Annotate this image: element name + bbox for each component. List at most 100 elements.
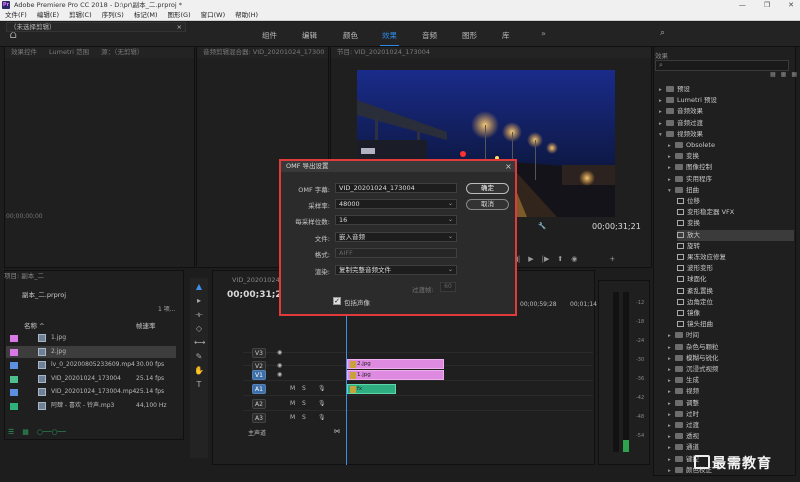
workspace-tab-color[interactable]: 颜色: [343, 30, 358, 41]
effects-tree-item[interactable]: 果冻效应修复: [677, 252, 794, 263]
tab-program[interactable]: 节目: VID_20201024_173004: [337, 47, 430, 58]
ripple-edit-tool-icon[interactable]: ⟛: [194, 310, 204, 320]
dialog-select[interactable]: 16 ⌄: [335, 215, 457, 225]
eye-icon[interactable]: ◉: [277, 371, 282, 378]
effects-tree-item[interactable]: 镜头扭曲: [677, 319, 794, 330]
effects-tab[interactable]: 效果: [655, 50, 668, 60]
menu-sequence[interactable]: 序列(S): [102, 10, 124, 20]
effects-tree-item[interactable]: ▸ 预设: [659, 84, 794, 95]
menu-marker[interactable]: 标记(M): [134, 10, 158, 20]
type-tool-icon[interactable]: T: [194, 380, 204, 390]
add-button-icon[interactable]: +: [609, 255, 615, 263]
track-a3-label[interactable]: A3: [252, 413, 266, 423]
label-color-swatch[interactable]: [10, 335, 18, 342]
label-color-swatch[interactable]: [10, 362, 18, 369]
effects-tree-item[interactable]: 球面化: [677, 274, 794, 285]
dialog-select[interactable]: 嵌入音频 ⌄: [335, 232, 457, 242]
track-v1-label[interactable]: V1: [252, 370, 266, 380]
playhead[interactable]: [346, 305, 347, 465]
maximize-button[interactable]: ❐: [764, 0, 770, 10]
selection-tool-icon[interactable]: ▲: [194, 282, 204, 292]
camera-icon[interactable]: ◉: [571, 255, 577, 263]
mute-icon[interactable]: M: [290, 414, 295, 421]
close-button[interactable]: ✕: [788, 0, 794, 10]
track-a1-label[interactable]: A1: [252, 384, 266, 394]
project-item-row[interactable]: 1.jpg: [6, 332, 176, 344]
effects-tree-item[interactable]: 波形变形: [677, 263, 794, 274]
dialog-input[interactable]: VID_20201024_173004: [335, 183, 457, 193]
microphone-icon[interactable]: 🎙: [318, 385, 326, 392]
effects-tree-item[interactable]: ▸ 通道: [668, 442, 794, 453]
label-color-swatch[interactable]: [10, 389, 18, 396]
effects-tree-item[interactable]: ▸ 沉浸式视频: [668, 364, 794, 375]
workspace-tab-assembly[interactable]: 组件: [262, 30, 277, 41]
tab-audio-clip-mixer[interactable]: 音频剪辑混合器: VID_20201024_17300: [203, 47, 324, 58]
workspace-more-button[interactable]: »: [541, 29, 546, 38]
solo-icon[interactable]: S: [302, 400, 306, 407]
effects-tree-item[interactable]: ▸ Obsolete: [668, 140, 794, 151]
32bit-filter-icon[interactable]: ▦: [781, 71, 787, 78]
microphone-icon[interactable]: 🎙: [318, 414, 326, 421]
chevron-down-icon[interactable]: ▾: [659, 130, 666, 141]
effects-search-input[interactable]: ⌕: [655, 60, 789, 71]
effects-tree-item[interactable]: ▸ 实用程序: [668, 174, 794, 185]
effects-tree-item[interactable]: ▾ 视频效果: [659, 129, 794, 140]
minimize-button[interactable]: —: [739, 0, 746, 10]
effects-tree-item[interactable]: 放大: [677, 229, 794, 241]
play-icon[interactable]: ▶: [528, 255, 533, 263]
effects-tree-item[interactable]: 位移: [677, 196, 794, 207]
workspace-tab-editing[interactable]: 编辑: [302, 30, 317, 41]
workspace-tab-audio[interactable]: 音频: [422, 30, 437, 41]
effects-tree-item[interactable]: ▾ 扭曲: [668, 185, 794, 196]
effects-tree-item[interactable]: ▸ 变换: [668, 151, 794, 162]
effects-tree-item[interactable]: ▸ 过渡: [668, 420, 794, 431]
slip-tool-icon[interactable]: ⟷: [194, 338, 205, 348]
project-item-row[interactable]: lv_0_20200805233609.mp4 30.00 fps: [6, 359, 176, 371]
effects-tree-item[interactable]: ▸ 过时: [668, 409, 794, 420]
mute-icon[interactable]: M: [290, 385, 295, 392]
cancel-button[interactable]: 取消: [466, 199, 509, 210]
column-name[interactable]: 名称 ^: [24, 320, 45, 330]
razor-tool-icon[interactable]: ◇: [194, 324, 204, 334]
microphone-icon[interactable]: 🎙: [318, 400, 326, 407]
zoom-slider[interactable]: ○──○──: [37, 428, 66, 436]
effects-tree-item[interactable]: ▸ 模糊与锐化: [668, 353, 794, 364]
close-icon[interactable]: ×: [177, 23, 182, 31]
close-icon[interactable]: ×: [505, 161, 512, 172]
search-icon[interactable]: ⌕: [660, 28, 665, 38]
master-end-icon[interactable]: ⋈: [334, 428, 340, 435]
menu-edit[interactable]: 编辑(E): [37, 10, 59, 20]
clip-v2[interactable]: 2.jpg: [347, 359, 444, 369]
eye-icon[interactable]: ◉: [277, 349, 282, 356]
step-forward-icon[interactable]: |▶: [542, 255, 550, 263]
workspace-tab-libraries[interactable]: 库: [502, 30, 510, 41]
solo-icon[interactable]: S: [302, 414, 306, 421]
dialog-select[interactable]: 48000 ⌄: [335, 199, 457, 209]
menu-help[interactable]: 帮助(H): [235, 10, 258, 20]
tab-lumetri-scopes[interactable]: Lumetri 范围: [49, 47, 89, 58]
effects-tree-item[interactable]: ▸ 音频效果: [659, 106, 794, 117]
eye-icon[interactable]: ◉: [277, 362, 282, 369]
effects-tree-item[interactable]: 变换: [677, 218, 794, 229]
effects-tree-item[interactable]: ▸ 生成: [668, 375, 794, 386]
effects-tree-item[interactable]: ▸ Lumetri 预设: [659, 95, 794, 106]
chevron-right-icon[interactable]: ▸: [668, 466, 675, 477]
effects-tree-item[interactable]: ▸ 调整: [668, 398, 794, 409]
effects-tree-item[interactable]: ▸ 图像控制: [668, 162, 794, 173]
track-a2-label[interactable]: A2: [252, 399, 266, 409]
label-color-swatch[interactable]: [10, 348, 18, 356]
mute-icon[interactable]: M: [290, 400, 295, 407]
workspace-tab-effects[interactable]: 效果: [380, 30, 399, 46]
project-tab[interactable]: 项目: 副本_二: [4, 270, 44, 280]
label-color-swatch[interactable]: [10, 375, 18, 383]
effects-tree-item[interactable]: ▸ 时间: [668, 330, 794, 341]
workspace-tab-graphics[interactable]: 图形: [462, 30, 477, 41]
list-view-icon[interactable]: ☰: [8, 428, 14, 436]
handles-input[interactable]: 60: [440, 282, 456, 292]
menu-graphics[interactable]: 图形(G): [168, 10, 191, 20]
column-frame-rate[interactable]: 帧速率: [136, 320, 156, 330]
effects-tree-item[interactable]: 旋转: [677, 241, 794, 252]
icon-view-icon[interactable]: ▦: [22, 428, 29, 436]
effects-tree-item[interactable]: ▸ 透视: [668, 431, 794, 442]
effects-tree-item[interactable]: 镜像: [677, 308, 794, 319]
